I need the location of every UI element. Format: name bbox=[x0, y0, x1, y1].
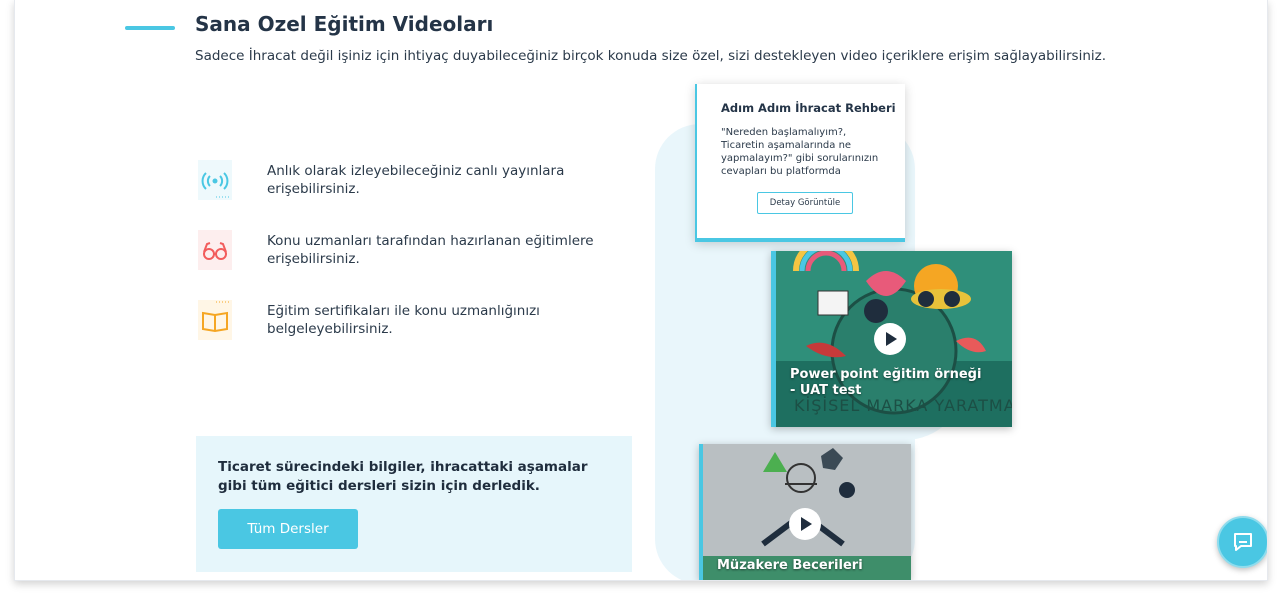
chat-icon bbox=[1234, 533, 1252, 551]
section-title: Sana Ozel Eğitim Videoları bbox=[195, 12, 494, 36]
play-icon[interactable] bbox=[789, 508, 821, 540]
all-lessons-panel: Ticaret sürecindeki bilgiler, ihracattak… bbox=[196, 436, 632, 572]
chat-button[interactable] bbox=[1217, 516, 1267, 568]
all-lessons-text: Ticaret sürecindeki bilgiler, ihracattak… bbox=[218, 459, 588, 494]
video-card[interactable]: KİŞİSEL MARKA YARATMA Power point eğitim… bbox=[771, 251, 1012, 427]
glasses-icon bbox=[197, 230, 233, 270]
title-accent-line bbox=[125, 26, 175, 30]
video-card[interactable]: Müzakere Becerileri bbox=[699, 444, 911, 580]
feature-item-live: Anlık olarak izleyebileceğiniz canlı yay… bbox=[197, 160, 564, 200]
all-lessons-button[interactable]: Tüm Dersler bbox=[218, 509, 358, 549]
video-title: Power point eğitim örneği - UAT test bbox=[790, 367, 982, 398]
section-subtitle: Sadece İhracat değil işiniz için ihtiyaç… bbox=[195, 48, 1107, 64]
guide-card-description: "Nereden başlamalıyım?, Ticaretin aşamal… bbox=[721, 127, 879, 177]
feature-text: Konu uzmanları tarafından hazırlanan eği… bbox=[267, 233, 594, 267]
feature-item-certificate: Eğitim sertifikaları ile konu uzmanlığın… bbox=[197, 300, 540, 340]
feature-item-experts: Konu uzmanları tarafından hazırlanan eği… bbox=[197, 230, 594, 270]
guide-card-title: Adım Adım İhracat Rehberi bbox=[721, 101, 896, 115]
view-details-button[interactable]: Detay Görüntüle bbox=[757, 192, 853, 214]
feature-text: Eğitim sertifikaları ile konu uzmanlığın… bbox=[267, 303, 540, 337]
export-guide-card[interactable]: Adım Adım İhracat Rehberi "Nereden başla… bbox=[695, 84, 905, 242]
page-frame: Sana Ozel Eğitim Videoları Sadece İhraca… bbox=[14, 0, 1268, 581]
feature-text: Anlık olarak izleyebileceğiniz canlı yay… bbox=[267, 163, 565, 197]
video-title: Müzakere Becerileri bbox=[717, 558, 863, 573]
live-broadcast-icon bbox=[197, 160, 233, 200]
book-icon bbox=[197, 300, 233, 340]
play-icon[interactable] bbox=[874, 323, 906, 355]
